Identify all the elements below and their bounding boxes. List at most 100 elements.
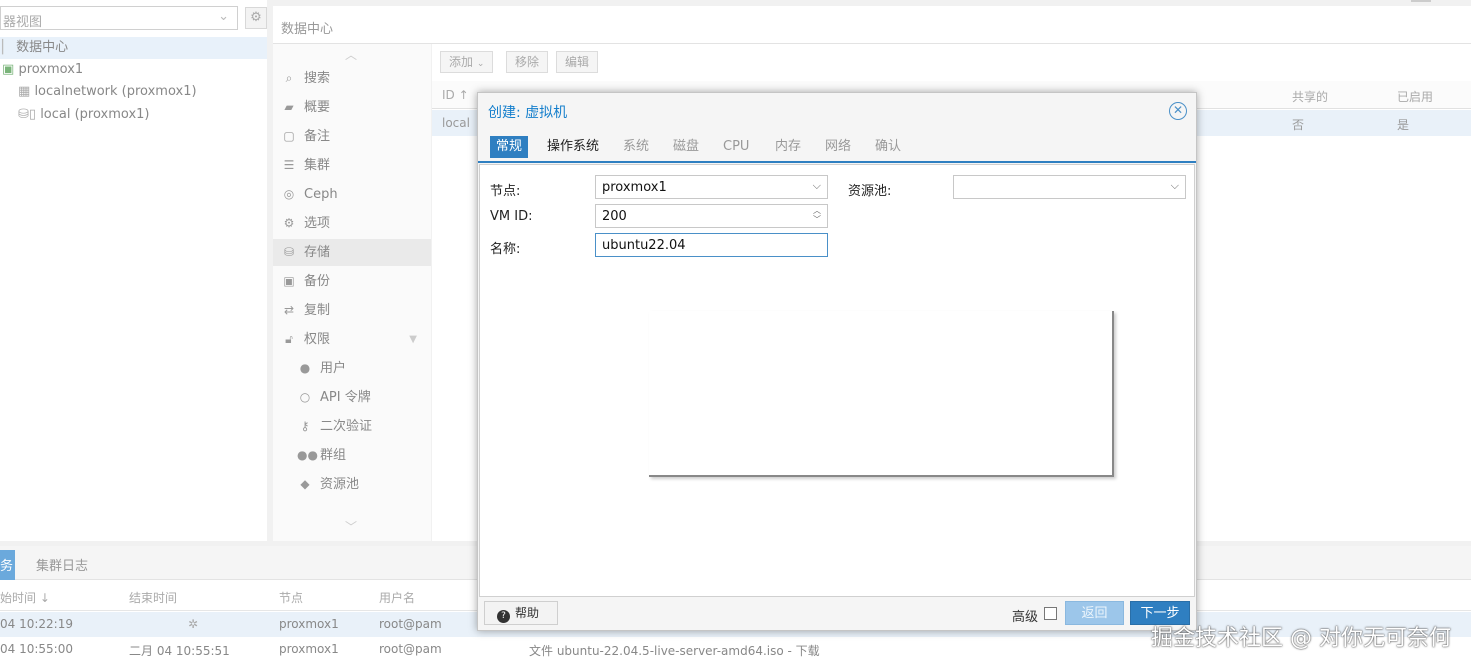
- view-selector[interactable]: 器视图 ⌄: [0, 6, 238, 30]
- nav-item-groups[interactable]: ●● 群组: [273, 442, 431, 469]
- column-header-id[interactable]: ID ↑: [442, 88, 469, 102]
- nav-item-cluster[interactable]: ☰ 集群: [273, 152, 431, 179]
- vmid-value: 200: [602, 209, 627, 224]
- dialog-footer: ? 帮助 高级 返回 下一步: [478, 598, 1196, 630]
- cell-description: 文件 ubuntu-22.04.5-live-server-amd64.iso …: [529, 644, 820, 658]
- render-artifact-frame: [649, 311, 1114, 477]
- node-online-icon: ▣: [2, 62, 15, 77]
- pool-select[interactable]: ⌵: [953, 175, 1186, 199]
- nav-label: 概要: [304, 100, 331, 115]
- node-select[interactable]: proxmox1 ⌵: [595, 175, 828, 199]
- nav-item-replication[interactable]: ⇄ 复制: [273, 297, 431, 324]
- nav-label: API 令牌: [320, 390, 371, 405]
- ceph-icon: ◎: [283, 187, 295, 201]
- page-title: 数据中心: [281, 22, 334, 37]
- column-header-enabled[interactable]: 已启用: [1397, 88, 1433, 105]
- tree-item-storage-local[interactable]: ⛁▯ local (proxmox1): [18, 104, 150, 126]
- edit-button[interactable]: 编辑: [556, 51, 599, 73]
- help-button[interactable]: ? 帮助: [484, 601, 558, 625]
- general-form: 节点: proxmox1 ⌵ VM ID: 200 ︿ ﹀ 名称: ubuntu2…: [479, 164, 1195, 597]
- create-vm-dialog: 创建: 虚拟机 ✕ 常规 操作系统 系统 磁盘 CPU 内存 网络 确认 节点:…: [477, 92, 1197, 631]
- add-button[interactable]: 添加 ⌄: [440, 51, 494, 73]
- spinner-icon: ✲: [188, 617, 199, 631]
- advanced-checkbox[interactable]: [1044, 607, 1057, 620]
- cell-shared: 否: [1292, 118, 1305, 132]
- tree-item-datacenter[interactable]: ▏ 数据中心: [2, 37, 68, 59]
- column-header-shared[interactable]: 共享的: [1292, 88, 1328, 105]
- nav-item-users[interactable]: ● 用户: [273, 355, 431, 382]
- nav-label: 群组: [320, 448, 347, 463]
- name-value: ubuntu22.04: [602, 238, 686, 253]
- nav-label: 选项: [304, 216, 331, 231]
- chevron-down-icon: ▼: [409, 334, 417, 345]
- retweet-icon: ⇄: [283, 303, 295, 317]
- tree-item-label: proxmox1: [18, 62, 84, 77]
- cell-node: proxmox1: [279, 617, 339, 631]
- gear-icon[interactable]: ⚙: [245, 7, 267, 29]
- nav-label: 备份: [304, 274, 331, 289]
- name-label: 名称:: [490, 242, 521, 257]
- close-icon[interactable]: ✕: [1169, 102, 1187, 120]
- cell-enabled: 是: [1397, 118, 1410, 132]
- tab-disks: 磁盘: [673, 139, 700, 154]
- cell-id: local: [442, 116, 470, 130]
- chevron-down-icon[interactable]: ⌵: [1171, 179, 1179, 193]
- chevron-down-icon[interactable]: ⌵: [813, 179, 821, 193]
- back-button[interactable]: 返回: [1065, 601, 1124, 625]
- datacenter-nav: ︿ ⌕ 搜索 ▰ 概要 ▢ 备注 ☰ 集群 ◎ Ceph ⚙ 选项 ⛁ 存储 ▣ 备份 ⇄ 复制 …: [273, 44, 431, 541]
- unlock-icon: 🔓︎: [285, 332, 293, 346]
- question-circle-icon: ?: [497, 610, 510, 623]
- user-icon: ●: [299, 361, 311, 375]
- nav-item-ceph[interactable]: ◎ Ceph: [273, 181, 431, 208]
- nav-label: 权限: [304, 332, 331, 347]
- advanced-label: 高级: [1012, 610, 1039, 625]
- nav-item-tfa[interactable]: ⚷ 二次验证: [273, 413, 431, 440]
- nav-item-search[interactable]: ⌕ 搜索: [273, 65, 431, 92]
- spinner-arrows-icon[interactable]: ︿ ﹀: [813, 206, 821, 224]
- tree-item-node[interactable]: ▣ proxmox1: [2, 59, 83, 81]
- server-icon: ☰: [283, 158, 295, 172]
- nav-item-permissions[interactable]: 🔓︎ 权限 ▼: [273, 326, 431, 353]
- add-button-label: 添加: [449, 55, 474, 69]
- tree-item-label: local (proxmox1): [40, 107, 150, 122]
- nav-item-options[interactable]: ⚙ 选项: [273, 210, 431, 237]
- datacenter-icon: ▏: [2, 40, 12, 55]
- nav-item-pools[interactable]: ◆ 资源池: [273, 471, 431, 498]
- nav-item-api-tokens[interactable]: ○ API 令牌: [273, 384, 431, 411]
- remove-button[interactable]: 移除: [506, 51, 549, 73]
- scroll-down-icon[interactable]: ﹀: [345, 518, 357, 535]
- tab-memory: 内存: [775, 139, 802, 154]
- column-header-user[interactable]: 用户名: [379, 589, 415, 606]
- tab-os[interactable]: 操作系统: [541, 136, 605, 158]
- users-icon: ●●: [297, 448, 318, 462]
- tags-icon: ◆: [300, 477, 310, 491]
- name-field[interactable]: ubuntu22.04: [595, 233, 828, 257]
- grid-icon: ▦: [18, 84, 31, 99]
- column-header-end[interactable]: 结束时间: [129, 589, 177, 606]
- cell-end: 二月 04 10:55:51: [129, 644, 230, 658]
- help-button-label: 帮助: [515, 606, 540, 620]
- vmid-field[interactable]: 200 ︿ ﹀: [595, 204, 828, 228]
- nav-item-notes[interactable]: ▢ 备注: [273, 123, 431, 150]
- column-header-start[interactable]: 始时间 ↓: [0, 589, 50, 606]
- tab-network: 网络: [825, 139, 852, 154]
- column-header-node[interactable]: 节点: [279, 589, 303, 606]
- nav-item-storage[interactable]: ⛁ 存储: [273, 239, 431, 266]
- chevron-down-icon: ⌄: [476, 59, 485, 69]
- database-icon: ⛁: [283, 245, 295, 259]
- nav-label: Ceph: [304, 187, 338, 202]
- pool-label: 资源池:: [848, 184, 892, 199]
- view-selector-label: 器视图: [3, 15, 43, 30]
- nav-item-backup[interactable]: ▣ 备份: [273, 268, 431, 295]
- scroll-up-icon[interactable]: ︿: [345, 46, 357, 63]
- tab-general[interactable]: 常规: [490, 136, 529, 158]
- resource-tree-panel: 器视图 ⌄ ⚙ ▏ 数据中心 ▣ proxmox1 ▦ localnetwork…: [0, 0, 267, 541]
- tab-confirm: 确认: [875, 139, 902, 154]
- nav-label: 备注: [304, 129, 331, 144]
- nav-item-summary[interactable]: ▰ 概要: [273, 94, 431, 121]
- tab-system: 系统: [623, 139, 650, 154]
- tree-item-storage-network[interactable]: ▦ localnetwork (proxmox1): [18, 81, 197, 103]
- tab-cluster-log[interactable]: 集群日志: [36, 555, 88, 574]
- header-decor: [1411, 0, 1431, 2]
- search-icon: ⌕: [285, 71, 293, 85]
